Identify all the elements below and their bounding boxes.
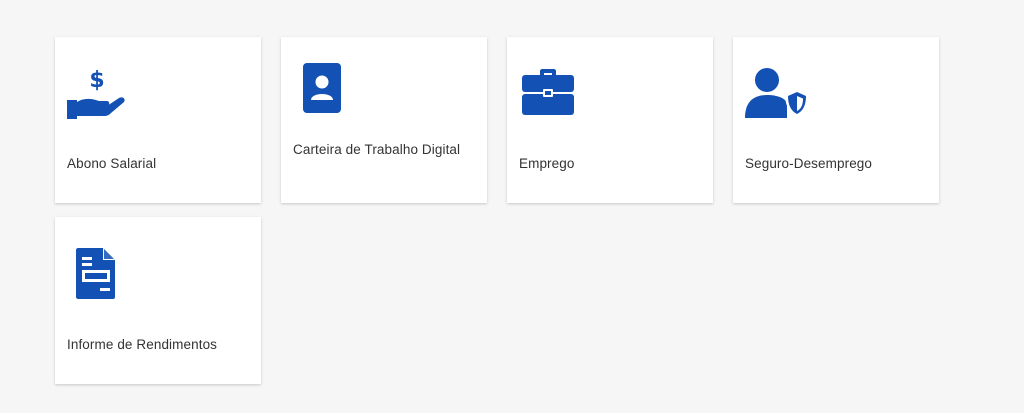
card-label: Seguro-Desemprego	[745, 156, 873, 171]
card-label: Abono Salarial	[67, 156, 157, 171]
user-shield-icon	[745, 67, 811, 119]
card-informe-de-rendimentos[interactable]: Informe de Rendimentos	[55, 217, 261, 384]
svg-text:$: $	[89, 68, 104, 93]
services-grid: $ Abono Salarial Carteira de Trabalho Di…	[0, 0, 1024, 413]
card-label: Emprego	[519, 156, 575, 171]
id-card-icon	[303, 63, 341, 113]
briefcase-icon	[522, 69, 574, 115]
card-abono-salarial[interactable]: $ Abono Salarial	[55, 37, 261, 203]
card-label: Informe de Rendimentos	[67, 337, 218, 352]
card-seguro-desemprego[interactable]: Seguro-Desemprego	[733, 37, 939, 203]
card-label: Carteira de Trabalho Digital	[293, 142, 461, 157]
hand-dollar-icon: $	[67, 67, 127, 119]
card-carteira-de-trabalho-digital[interactable]: Carteira de Trabalho Digital	[281, 37, 487, 203]
card-emprego[interactable]: Emprego	[507, 37, 713, 203]
document-icon	[76, 248, 116, 300]
